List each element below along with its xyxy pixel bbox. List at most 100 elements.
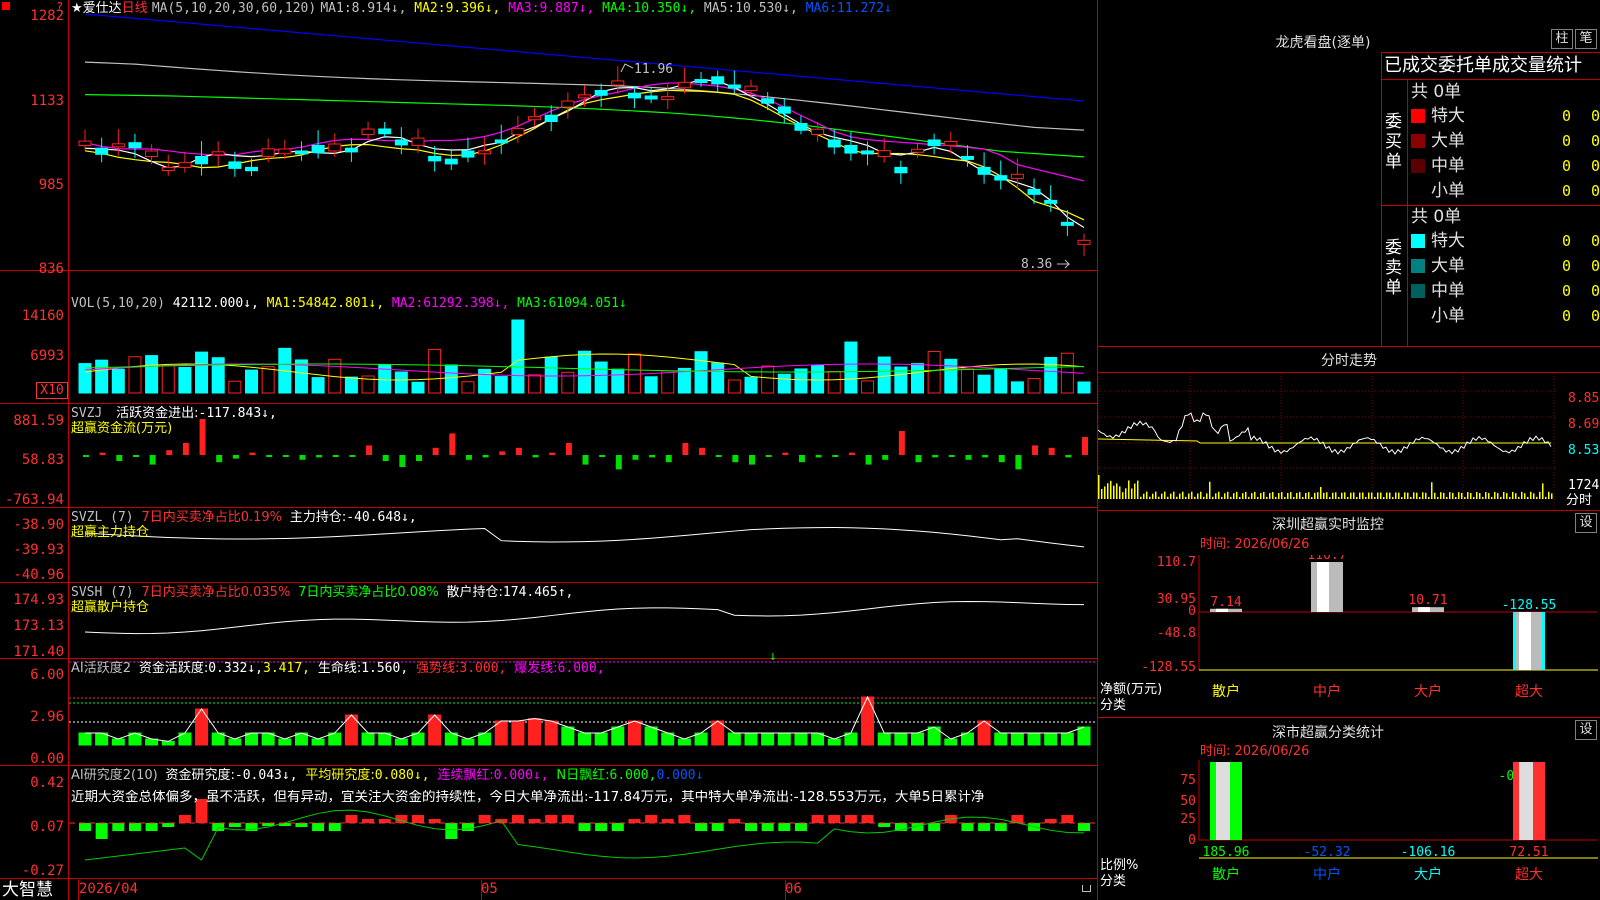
candle [495, 140, 507, 143]
intraday-volume-bar [1314, 493, 1316, 499]
fund-flow-bar [233, 455, 239, 459]
research-bar [995, 823, 1007, 831]
classify-bar-highlight [1216, 762, 1230, 840]
intraday-volume-bar [1152, 494, 1154, 499]
volume-bar [96, 360, 108, 393]
fund-flow-bar [483, 455, 489, 457]
volume-bar [196, 352, 208, 393]
monitor-category-label: 超大 [1515, 684, 1543, 700]
research-bar [445, 823, 457, 839]
intraday-volume-bar [1524, 493, 1526, 499]
activity-bar [878, 733, 890, 745]
intraday-volume-bar [1539, 492, 1541, 499]
intraday-axis-label: 分时 [1566, 493, 1592, 508]
order-percent: 0% [1576, 155, 1600, 177]
intraday-volume-bar [1113, 486, 1115, 499]
vol-label: VOL(5,10,20) [71, 296, 165, 311]
activity-bar [645, 727, 657, 745]
research-bar [628, 819, 640, 823]
fund-flow-bar [666, 455, 672, 462]
candle [778, 107, 790, 113]
intraday-volume-bar [1122, 492, 1124, 499]
intraday-volume-bar [1428, 497, 1430, 499]
intraday-volume-bar [1458, 492, 1460, 499]
candle [362, 129, 374, 134]
candle [329, 144, 341, 151]
fund-flow-bar [899, 431, 905, 455]
main-position-line [85, 528, 1084, 547]
intraday-volume-bar [1146, 492, 1148, 499]
svzl-axis-label: -40.96 [0, 568, 64, 582]
candle [595, 91, 607, 96]
intraday-volume-bar [1194, 497, 1196, 499]
tab-bar-view[interactable]: 柱 [1551, 29, 1573, 49]
intraday-volume-bar [1350, 493, 1352, 499]
period-label[interactable]: 日线 [122, 1, 148, 16]
volume-bar [845, 342, 857, 393]
intraday-volume-bar [1170, 494, 1172, 499]
svzl-label: SVZL (7) [71, 510, 134, 525]
volume-bar [229, 381, 241, 393]
monitor-settings-button[interactable]: 设 [1575, 513, 1597, 533]
fund-flow-bar [766, 455, 772, 457]
volume-bar [545, 357, 557, 393]
intraday-volume-bar [1395, 492, 1397, 499]
date-label: 06 [785, 882, 802, 897]
retail-position-line [85, 601, 1084, 633]
intraday-axis-label: 8.53 [1568, 443, 1599, 458]
lock-icon[interactable] [1082, 885, 1091, 892]
research-bar [329, 823, 341, 831]
sell-side-label: 委卖单 [1385, 238, 1403, 298]
intraday-volume-bar [1470, 493, 1472, 499]
intraday-volume-bar [1320, 487, 1322, 499]
activity-bar [895, 733, 907, 745]
stock-name[interactable]: 爱仕达 [83, 1, 122, 16]
monitor-title: 深圳超赢实时监控 [1098, 514, 1558, 534]
intraday-volume-bar [1209, 482, 1211, 499]
monitor-axis-label: 0 [1188, 604, 1196, 619]
research-bar [162, 823, 174, 827]
monitor-bar-value: 110.7 [1307, 555, 1346, 563]
classify-category-label: 超大 [1515, 867, 1543, 883]
intraday-volume-bar [1272, 492, 1274, 499]
intraday-volume-bar [1356, 497, 1358, 499]
brand-label: 大智慧 [2, 880, 53, 900]
intraday-volume-bar [1548, 492, 1550, 499]
classify-settings-button[interactable]: 设 [1575, 720, 1597, 740]
activity-bar [862, 697, 874, 745]
favorite-star-icon[interactable]: ★ [71, 1, 83, 16]
intraday-volume-bar [1299, 492, 1301, 499]
research-bar [212, 823, 224, 831]
intraday-volume-bar [1530, 492, 1532, 499]
intraday-volume-bar [1185, 497, 1187, 499]
monitor-bar-value: 7.14 [1210, 595, 1241, 610]
activity-bar [529, 719, 541, 745]
intraday-volume-bar [1551, 493, 1553, 499]
intraday-chart[interactable] [1098, 373, 1600, 509]
date-tick [78, 880, 79, 900]
intraday-volume-bar [1446, 497, 1448, 499]
kline-chart-area[interactable]: 11.96 8.36 ↓ [69, 0, 1097, 900]
volume-bar [179, 367, 191, 393]
volume-bar [429, 349, 441, 393]
volume-bar [695, 352, 707, 393]
tab-tick-view[interactable]: 笔 [1575, 29, 1597, 49]
intraday-volume-bar [1533, 493, 1535, 499]
intraday-volume-bar [1218, 492, 1220, 499]
vol-pane-header: VOL(5,10,20) 42112.000↓, MA1:54842.801↓,… [71, 296, 627, 311]
fund-flow-bar [366, 445, 372, 455]
fund-flow-bar [932, 455, 938, 457]
intraday-volume-bar [1254, 492, 1256, 499]
svzj-axis-label: 58.83 [0, 453, 64, 467]
intraday-volume-bar [1125, 488, 1127, 499]
intraday-volume-bar [1329, 497, 1331, 499]
ai1-value5: 6.000, [558, 661, 605, 676]
fund-flow-bar [732, 455, 738, 462]
volume-bar [612, 369, 624, 393]
candle [912, 149, 924, 152]
research-bar [695, 823, 707, 831]
intraday-volume-bar [1398, 493, 1400, 499]
fund-flow-bar [583, 455, 589, 465]
classify-chart: 7550250-0.05%185.96散户-52.32中户-106.16大户72… [1098, 760, 1600, 900]
intraday-volume-bar [1305, 493, 1307, 499]
